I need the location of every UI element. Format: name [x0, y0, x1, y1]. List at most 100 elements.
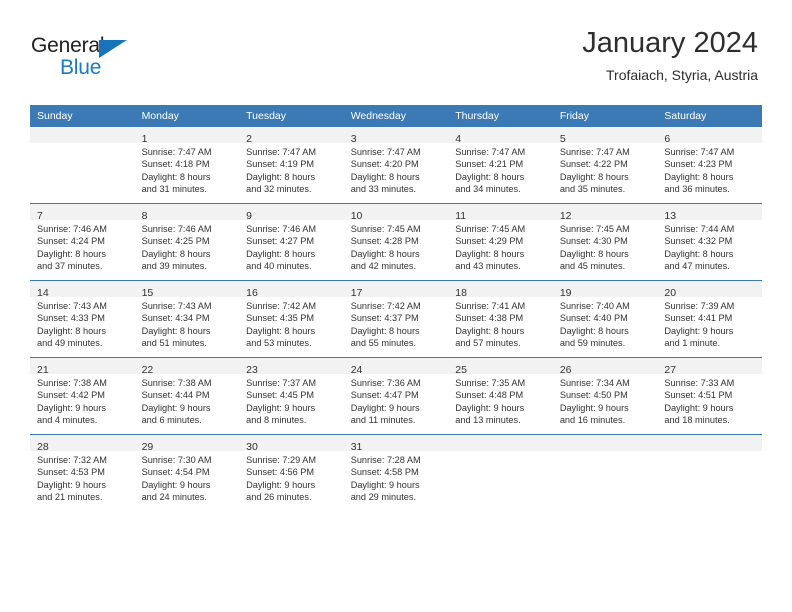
calendar-week-row: 28 Sunrise: 7:32 AM Sunset: 4:53 PM Dayligh…	[30, 434, 762, 511]
day-number-band: 26	[552, 358, 658, 376]
day-detail-line: and 29 minutes.	[350, 492, 417, 503]
day-detail-line: Sunset: 4:32 PM	[664, 236, 733, 247]
day-detail-line: and 34 minutes.	[455, 184, 521, 195]
day-detail-line: and 51 minutes.	[141, 338, 207, 349]
day-number-band: 28	[30, 435, 135, 453]
calendar-day-cell[interactable]: 11 Sunrise: 7:45 AM Sunset: 4:29 PM Dayligh…	[448, 203, 553, 281]
day-detail-line: Daylight: 9 hours	[37, 479, 106, 490]
day-detail-line: and 18 minutes.	[664, 415, 730, 426]
calendar-week-row: 21 Sunrise: 7:38 AM Sunset: 4:42 PM Dayligh…	[30, 357, 762, 435]
day-details: Sunrise: 7:35 AM Sunset: 4:48 PM Daylight:…	[448, 374, 553, 427]
day-detail-line: Sunset: 4:28 PM	[350, 236, 419, 247]
brand-logo[interactable]: General Blue	[31, 34, 211, 84]
day-number-band: 17	[343, 281, 449, 299]
day-details	[30, 143, 135, 146]
day-details: Sunrise: 7:37 AM Sunset: 4:45 PM Daylight:…	[239, 374, 344, 427]
day-details: Sunrise: 7:45 AM Sunset: 4:28 PM Daylight:…	[344, 220, 449, 273]
day-details: Sunrise: 7:46 AM Sunset: 4:24 PM Daylight:…	[30, 220, 135, 273]
day-detail-line: Sunset: 4:25 PM	[141, 236, 210, 247]
calendar-day-cell[interactable]: 14 Sunrise: 7:43 AM Sunset: 4:33 PM Dayligh…	[30, 280, 135, 358]
calendar-body: 1 Sunrise: 7:47 AM Sunset: 4:18 PM Daylight…	[30, 127, 762, 511]
calendar-day-cell[interactable]: 31 Sunrise: 7:28 AM Sunset: 4:58 PM Dayligh…	[343, 434, 449, 511]
calendar-day-cell[interactable]: 17 Sunrise: 7:42 AM Sunset: 4:37 PM Dayligh…	[343, 280, 449, 358]
calendar-day-cell[interactable]: 18 Sunrise: 7:41 AM Sunset: 4:38 PM Dayligh…	[448, 280, 553, 358]
day-detail-line: Sunset: 4:18 PM	[141, 159, 210, 170]
day-number-band: 27	[657, 358, 762, 376]
day-detail-line: Sunrise: 7:47 AM	[455, 147, 526, 157]
day-number: 13	[664, 210, 677, 222]
day-detail-line: Sunrise: 7:43 AM	[141, 301, 212, 311]
day-number-band	[657, 435, 762, 451]
day-detail-line: Sunset: 4:35 PM	[246, 313, 315, 324]
day-detail-line: Sunrise: 7:43 AM	[37, 301, 107, 311]
calendar-day-cell[interactable]: 24 Sunrise: 7:36 AM Sunset: 4:47 PM Dayligh…	[343, 357, 449, 435]
page-title: January 2024	[582, 27, 758, 59]
day-details: Sunrise: 7:42 AM Sunset: 4:35 PM Daylight:…	[239, 297, 344, 350]
day-detail-line: Sunset: 4:54 PM	[141, 467, 210, 478]
weekday-header-monday: Monday	[134, 105, 240, 127]
day-details: Sunrise: 7:38 AM Sunset: 4:44 PM Daylight:…	[135, 374, 240, 427]
day-detail-line: Sunrise: 7:47 AM	[246, 147, 317, 157]
calendar-day-cell[interactable]: 21 Sunrise: 7:38 AM Sunset: 4:42 PM Dayligh…	[30, 357, 135, 435]
day-number-band: 11	[448, 204, 553, 222]
calendar-day-cell[interactable]: 19 Sunrise: 7:40 AM Sunset: 4:40 PM Dayligh…	[552, 280, 658, 358]
calendar-day-cell[interactable]: 13 Sunrise: 7:44 AM Sunset: 4:32 PM Dayligh…	[657, 203, 762, 281]
day-number-band: 22	[134, 358, 240, 376]
calendar-day-cell[interactable]: 6 Sunrise: 7:47 AM Sunset: 4:23 PM Daylight…	[657, 127, 762, 204]
calendar-day-cell[interactable]: 26 Sunrise: 7:34 AM Sunset: 4:50 PM Dayligh…	[552, 357, 658, 435]
day-detail-line: Daylight: 8 hours	[141, 325, 211, 336]
calendar-table: Sunday Monday Tuesday Wednesday Thursday Frid…	[30, 105, 762, 511]
day-number-band: 5	[552, 127, 658, 145]
day-detail-line: Sunset: 4:41 PM	[664, 313, 733, 324]
page-subtitle: Trofaiach, Styria, Austria	[606, 66, 758, 83]
calendar-day-cell[interactable]: 25 Sunrise: 7:35 AM Sunset: 4:48 PM Dayligh…	[448, 357, 553, 435]
day-number-band: 29	[134, 435, 240, 453]
calendar-cell-empty	[657, 434, 762, 511]
calendar-day-cell[interactable]: 28 Sunrise: 7:32 AM Sunset: 4:53 PM Dayligh…	[30, 434, 135, 511]
day-detail-line: Sunrise: 7:30 AM	[141, 455, 212, 465]
calendar-day-cell[interactable]: 5 Sunrise: 7:47 AM Sunset: 4:22 PM Daylight…	[552, 127, 658, 204]
calendar-day-cell[interactable]: 27 Sunrise: 7:33 AM Sunset: 4:51 PM Dayligh…	[657, 357, 762, 435]
day-detail-line: Sunrise: 7:36 AM	[350, 378, 421, 388]
calendar-day-cell[interactable]: 12 Sunrise: 7:45 AM Sunset: 4:30 PM Dayligh…	[552, 203, 658, 281]
day-detail-line: Sunset: 4:22 PM	[559, 159, 628, 170]
day-detail-line: and 55 minutes.	[350, 338, 417, 349]
day-detail-line: Daylight: 8 hours	[350, 248, 420, 259]
day-detail-line: Sunrise: 7:32 AM	[37, 455, 107, 465]
day-detail-line: Sunrise: 7:35 AM	[455, 378, 526, 388]
calendar-day-cell[interactable]: 7 Sunrise: 7:46 AM Sunset: 4:24 PM Daylight…	[30, 203, 135, 281]
day-number: 1	[141, 133, 148, 145]
day-details	[553, 451, 658, 454]
calendar-day-cell[interactable]: 16 Sunrise: 7:42 AM Sunset: 4:35 PM Dayligh…	[239, 280, 344, 358]
day-details: Sunrise: 7:44 AM Sunset: 4:32 PM Daylight:…	[657, 220, 762, 273]
day-number: 8	[141, 210, 148, 222]
day-detail-line: Sunrise: 7:47 AM	[141, 147, 212, 157]
calendar-day-cell[interactable]: 8 Sunrise: 7:46 AM Sunset: 4:25 PM Daylight…	[134, 203, 240, 281]
day-number: 6	[664, 133, 671, 145]
calendar-day-cell[interactable]: 4 Sunrise: 7:47 AM Sunset: 4:21 PM Daylight…	[448, 127, 553, 204]
day-detail-line: and 45 minutes.	[559, 261, 626, 272]
day-number-band: 3	[343, 127, 449, 145]
calendar-week-row: 1 Sunrise: 7:47 AM Sunset: 4:18 PM Daylight…	[30, 127, 762, 204]
calendar-day-cell[interactable]: 1 Sunrise: 7:47 AM Sunset: 4:18 PM Daylight…	[134, 127, 240, 204]
calendar-day-cell[interactable]: 22 Sunrise: 7:38 AM Sunset: 4:44 PM Dayligh…	[134, 357, 240, 435]
calendar-day-cell[interactable]: 29 Sunrise: 7:30 AM Sunset: 4:54 PM Dayligh…	[134, 434, 240, 511]
day-detail-line: Sunset: 4:53 PM	[37, 467, 105, 478]
calendar-day-cell[interactable]: 20 Sunrise: 7:39 AM Sunset: 4:41 PM Dayligh…	[657, 280, 762, 358]
day-detail-line: Sunset: 4:29 PM	[455, 236, 524, 247]
calendar-day-cell[interactable]: 3 Sunrise: 7:47 AM Sunset: 4:20 PM Daylight…	[343, 127, 449, 204]
calendar-day-cell[interactable]: 2 Sunrise: 7:47 AM Sunset: 4:19 PM Daylight…	[239, 127, 344, 204]
calendar-day-cell[interactable]: 30 Sunrise: 7:29 AM Sunset: 4:56 PM Dayligh…	[239, 434, 344, 511]
day-detail-line: and 47 minutes.	[664, 261, 730, 272]
day-details: Sunrise: 7:47 AM Sunset: 4:20 PM Daylight:…	[344, 143, 449, 196]
day-detail-line: and 1 minute.	[664, 338, 721, 349]
day-number-band	[30, 127, 135, 143]
weekday-header-saturday: Saturday	[657, 105, 762, 127]
day-number: 25	[455, 364, 467, 376]
day-detail-line: and 8 minutes.	[246, 415, 307, 426]
calendar-day-cell[interactable]: 15 Sunrise: 7:43 AM Sunset: 4:34 PM Dayligh…	[134, 280, 240, 358]
calendar-day-cell[interactable]: 10 Sunrise: 7:45 AM Sunset: 4:28 PM Dayligh…	[343, 203, 449, 281]
day-detail-line: Sunrise: 7:41 AM	[455, 301, 526, 311]
calendar-day-cell[interactable]: 23 Sunrise: 7:37 AM Sunset: 4:45 PM Dayligh…	[239, 357, 344, 435]
calendar-day-cell[interactable]: 9 Sunrise: 7:46 AM Sunset: 4:27 PM Daylight…	[239, 203, 344, 281]
